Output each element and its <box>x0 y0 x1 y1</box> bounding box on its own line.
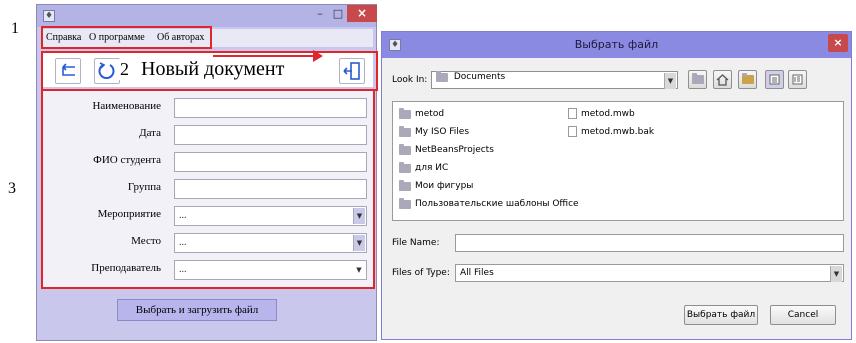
list-item[interactable]: metod.mwb <box>568 108 635 119</box>
highlight-box-form <box>41 89 375 289</box>
folder-icon <box>399 179 411 191</box>
list-item[interactable]: metod <box>399 107 445 120</box>
list-view-icon <box>769 74 780 85</box>
cancel-button[interactable]: Cancel <box>770 305 836 325</box>
minimize-icon[interactable]: – <box>313 7 327 21</box>
folder-name: My ISO Files <box>415 127 470 137</box>
file-list: metod My ISO Files NetBeansProjects для … <box>392 101 844 221</box>
folder-icon <box>399 107 411 119</box>
look-in-label: Look In: <box>392 75 428 85</box>
folder-icon <box>399 125 411 137</box>
file-dialog: ♦ Выбрать файл × Look In: Documents ▼ me… <box>381 31 852 340</box>
highlight-arrow <box>213 55 317 57</box>
marker-3: 3 <box>8 180 16 197</box>
home-button[interactable] <box>713 70 732 89</box>
home-icon <box>716 73 729 86</box>
new-folder-icon <box>741 73 754 84</box>
folder-name: Мои фигуры <box>415 181 474 191</box>
app-icon: ♦ <box>43 10 55 22</box>
list-item[interactable]: metod.mwb.bak <box>568 126 654 137</box>
folder-icon <box>399 143 411 155</box>
close-icon[interactable]: × <box>347 5 377 22</box>
combo-arrow-icon[interactable]: ▼ <box>664 73 676 89</box>
folder-icon <box>436 70 448 82</box>
close-icon[interactable]: × <box>828 34 848 52</box>
look-in-select[interactable]: Documents ▼ <box>431 70 678 89</box>
combo-arrow-icon[interactable]: ▼ <box>830 266 842 282</box>
highlight-box-toolbar <box>41 51 378 91</box>
list-view-button[interactable] <box>765 70 784 89</box>
folder-icon <box>399 161 411 173</box>
folder-icon <box>399 197 411 209</box>
marker-1: 1 <box>11 20 19 37</box>
folder-name: metod <box>415 109 445 119</box>
folder-name: для ИС <box>415 163 449 173</box>
file-dialog-title: Выбрать файл <box>574 38 659 51</box>
files-of-type-select[interactable]: All Files ▼ <box>455 264 844 282</box>
list-item[interactable]: Мои фигуры <box>399 179 474 192</box>
up-folder-icon <box>691 73 704 84</box>
highlight-box-menu <box>41 26 212 49</box>
file-name-label: File Name: <box>392 238 440 248</box>
main-window: ♦ – □ × Справка О программе Об авторах Н… <box>36 4 378 341</box>
list-item[interactable]: для ИС <box>399 161 449 174</box>
look-in-value: Documents <box>453 72 506 82</box>
files-of-type-value: All Files <box>460 268 494 278</box>
list-item[interactable]: Пользовательские шаблоны Office <box>399 197 579 210</box>
details-view-button[interactable] <box>788 70 807 89</box>
folder-name: Пользовательские шаблоны Office <box>415 199 579 209</box>
marker-2: 2 <box>119 59 130 80</box>
list-item[interactable]: NetBeansProjects <box>399 143 494 156</box>
file-name: metod.mwb <box>581 108 635 119</box>
file-icon <box>568 108 577 119</box>
load-file-button[interactable]: Выбрать и загрузить файл <box>117 299 277 321</box>
file-dialog-titlebar: ♦ Выбрать файл × <box>382 32 851 58</box>
file-name: metod.mwb.bak <box>581 126 655 137</box>
file-name-input[interactable] <box>455 234 844 252</box>
list-item[interactable]: My ISO Files <box>399 125 470 138</box>
highlight-arrow-head <box>313 50 323 62</box>
up-folder-button[interactable] <box>688 70 707 89</box>
folder-name: NetBeansProjects <box>415 145 494 155</box>
select-file-button[interactable]: Выбрать файл <box>684 305 758 325</box>
new-folder-button[interactable] <box>738 70 757 89</box>
file-icon <box>568 126 577 137</box>
maximize-icon[interactable]: □ <box>331 7 345 21</box>
main-window-titlebar: ♦ – □ × <box>37 5 377 27</box>
details-view-icon <box>792 74 803 85</box>
files-of-type-label: Files of Type: <box>392 268 450 278</box>
